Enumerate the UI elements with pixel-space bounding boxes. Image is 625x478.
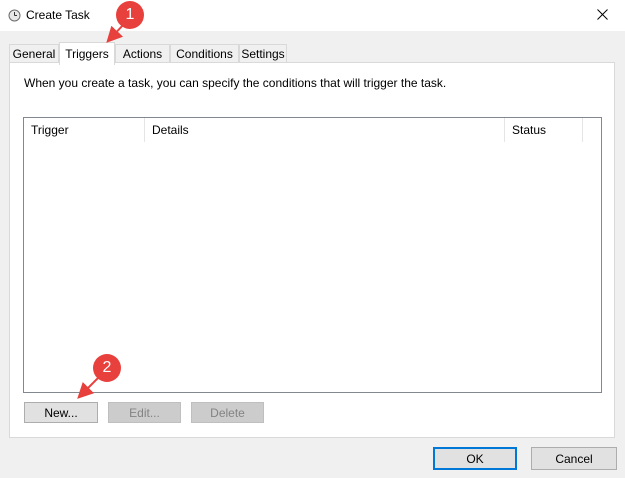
- ok-button[interactable]: OK: [433, 447, 517, 470]
- triggers-description: When you create a task, you can specify …: [24, 76, 447, 90]
- window-title: Create Task: [26, 8, 90, 22]
- close-button[interactable]: [579, 0, 625, 31]
- create-task-dialog: Create Task General Triggers Actions Con…: [0, 0, 625, 478]
- title-bar: Create Task: [0, 0, 625, 31]
- cancel-button[interactable]: Cancel: [531, 447, 617, 470]
- triggers-list[interactable]: Trigger Details Status: [23, 117, 602, 393]
- column-header-details[interactable]: Details: [145, 118, 505, 142]
- tab-conditions[interactable]: Conditions: [170, 44, 239, 63]
- tab-triggers[interactable]: Triggers: [59, 42, 115, 65]
- column-header-trigger[interactable]: Trigger: [24, 118, 145, 142]
- tab-actions[interactable]: Actions: [115, 44, 170, 63]
- column-header-status[interactable]: Status: [505, 118, 583, 142]
- annotation-marker-1: 1: [116, 1, 144, 29]
- tab-general[interactable]: General: [9, 44, 59, 63]
- triggers-tab-panel: When you create a task, you can specify …: [9, 62, 615, 438]
- triggers-list-header: Trigger Details Status: [24, 118, 601, 142]
- edit-trigger-button[interactable]: Edit...: [108, 402, 181, 423]
- delete-trigger-button[interactable]: Delete: [191, 402, 264, 423]
- close-icon: [596, 8, 608, 23]
- annotation-marker-2: 2: [93, 354, 121, 382]
- tab-settings[interactable]: Settings: [239, 44, 287, 63]
- new-trigger-button[interactable]: New...: [24, 402, 98, 423]
- task-scheduler-clock-icon: [8, 9, 21, 22]
